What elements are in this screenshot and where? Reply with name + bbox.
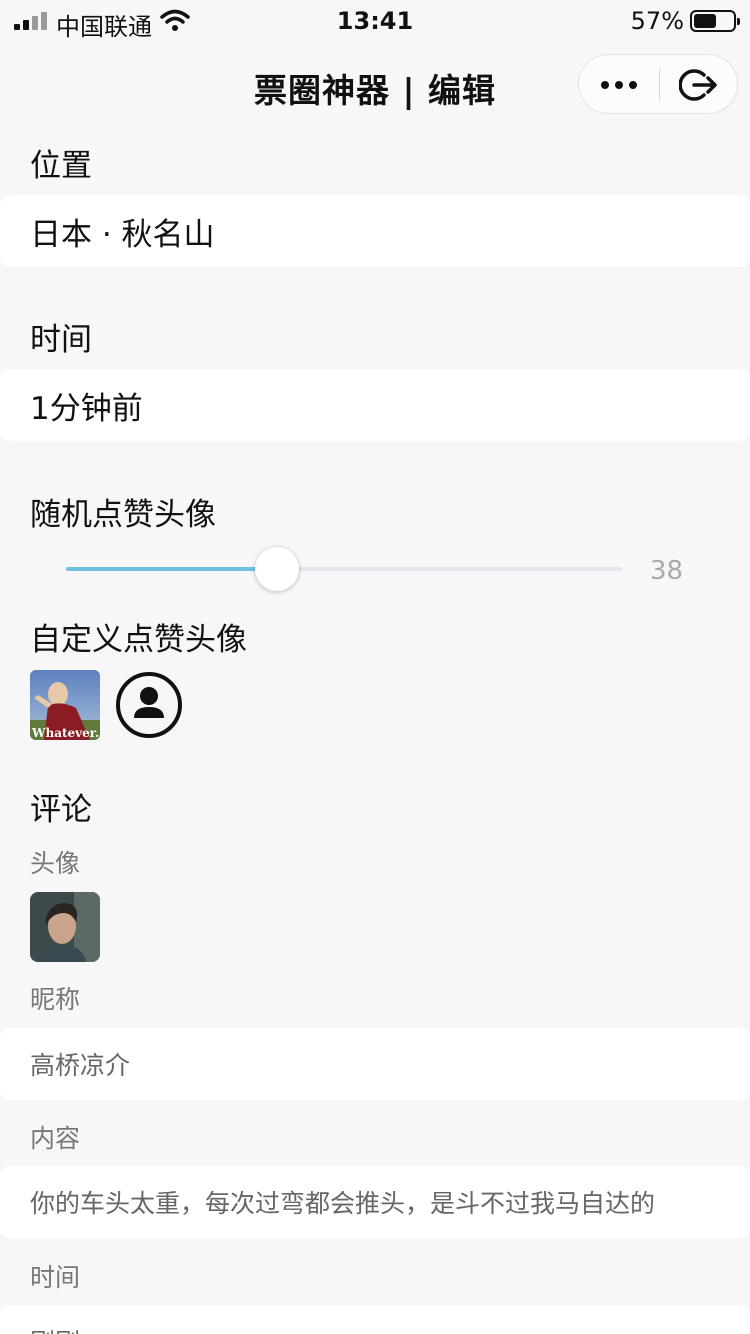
battery-percent: 57% [630, 7, 684, 35]
nickname-label: 昵称 [30, 985, 81, 1014]
slider-fill [66, 567, 278, 571]
battery-icon [690, 10, 740, 32]
custom-like-avatar[interactable]: Whatever. [30, 670, 100, 740]
add-avatar-button[interactable] [115, 671, 183, 739]
likes-slider[interactable] [66, 567, 622, 571]
nickname-input[interactable]: 高桥凉介 [0, 1028, 750, 1100]
location-label: 位置 [30, 148, 92, 184]
comment-label: 评论 [30, 792, 92, 828]
slider-handle[interactable] [255, 547, 300, 591]
more-button[interactable] [579, 55, 659, 115]
location-input[interactable]: 日本 · 秋名山 [0, 195, 750, 267]
status-bar: 中国联通 13:41 57% [0, 0, 750, 41]
comment-time-value: 刚刚 [30, 1323, 80, 1334]
mini-program-capsule [578, 54, 738, 114]
comment-avatar[interactable] [30, 892, 100, 962]
nickname-value: 高桥凉介 [30, 1051, 131, 1080]
random-likes-label: 随机点赞头像 [30, 497, 216, 533]
avatar-label: 头像 [30, 849, 81, 878]
content-value: 你的车头太重，每次过弯都会推头，是斗不过我马自达的 [30, 1189, 656, 1218]
exit-button[interactable] [679, 67, 719, 103]
ellipsis-icon [601, 81, 609, 89]
content-input[interactable]: 你的车头太重，每次过弯都会推头，是斗不过我马自达的 [0, 1166, 750, 1238]
content-label: 内容 [30, 1124, 81, 1153]
time-value: 1分钟前 [30, 390, 143, 427]
commenter-photo [30, 892, 100, 962]
photo-caption: Whatever. [32, 726, 100, 740]
custom-likes-label: 自定义点赞头像 [30, 622, 247, 658]
comment-time-input[interactable]: 刚刚 [0, 1305, 750, 1334]
slider-value: 38 [650, 556, 684, 586]
location-value: 日本 · 秋名山 [30, 216, 215, 253]
time-input[interactable]: 1分钟前 [0, 369, 750, 441]
capsule-divider [659, 69, 660, 101]
comment-time-label: 时间 [30, 1263, 81, 1292]
time-label: 时间 [30, 322, 92, 358]
